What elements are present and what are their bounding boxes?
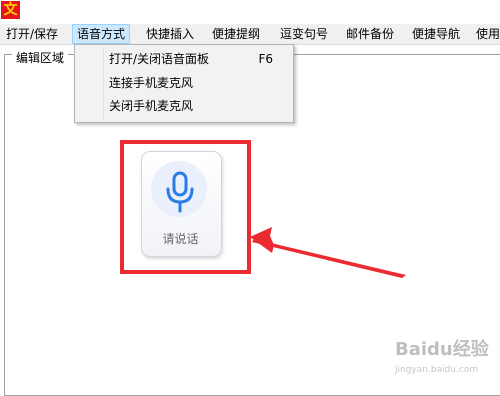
voice-mode-dropdown: 打开/关闭语音面板 F6 连接手机麦克风 关闭手机麦克风: [74, 44, 294, 123]
watermark-url: jingyan.baidu.com: [395, 365, 479, 375]
watermark-text: Baidu经验: [395, 339, 489, 360]
menubar: 打开/保存 语音方式 快捷插入 便捷提纲 逗变句号 邮件备份 便捷导航 使用: [0, 24, 500, 45]
editor-area-title: 编辑区域: [12, 51, 69, 65]
menu-quick-insert[interactable]: 快捷插入: [142, 24, 198, 44]
menu-comma-period[interactable]: 逗变句号: [276, 24, 332, 44]
microphone-icon: [166, 171, 194, 213]
app-icon: 文: [1, 1, 20, 19]
watermark: Baidu经验 jingyan.baidu.com: [395, 340, 500, 385]
menu-navigation[interactable]: 便捷导航: [408, 24, 464, 44]
menu-outline[interactable]: 便捷提纲: [208, 24, 264, 44]
menu-mail-backup[interactable]: 邮件备份: [342, 24, 398, 44]
title-bar: 文: [0, 0, 500, 22]
menu-voice-mode[interactable]: 语音方式: [72, 24, 131, 44]
dropdown-gutter-divider: [103, 47, 104, 119]
menu-toggle-voice-panel[interactable]: 打开/关闭语音面板: [109, 48, 209, 70]
menu-connect-phone-mic[interactable]: 连接手机麦克风: [109, 72, 193, 94]
shortcut-f6: F6: [258, 52, 273, 66]
menu-usage[interactable]: 使用: [472, 24, 500, 44]
menu-open-save[interactable]: 打开/保存: [2, 24, 62, 44]
menu-disconnect-phone-mic[interactable]: 关闭手机麦克风: [109, 95, 193, 117]
annotation-arrow: [250, 227, 406, 278]
voice-prompt-label: 请说话: [162, 232, 199, 246]
